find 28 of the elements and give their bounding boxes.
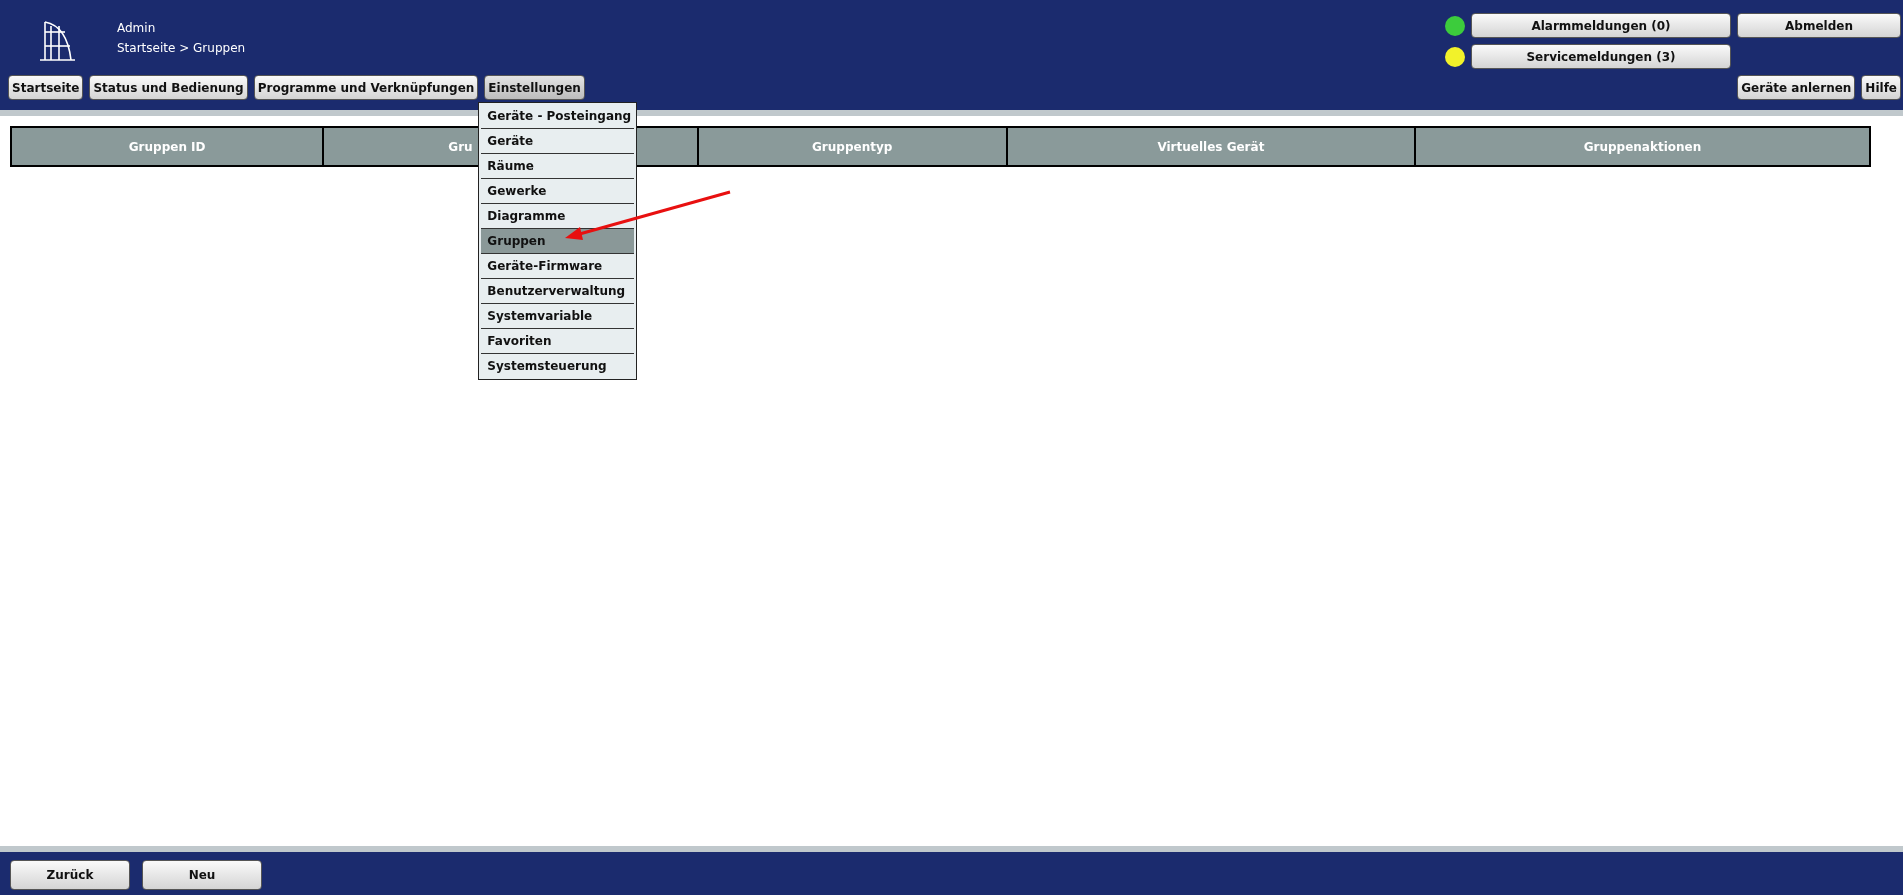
menu-item[interactable]: Systemvariable bbox=[481, 304, 635, 329]
nav-button[interactable]: Einstellungen bbox=[484, 75, 585, 100]
column-header: Gruppenaktionen bbox=[1413, 128, 1869, 165]
menu-item[interactable]: Gewerke bbox=[481, 179, 635, 204]
column-header: Virtuelles Gerät bbox=[1005, 128, 1414, 165]
menu-item[interactable]: Geräte-Firmware bbox=[481, 254, 635, 279]
header-button[interactable]: Geräte anlernen bbox=[1737, 75, 1856, 100]
alert-button[interactable]: Servicemeldungen (3) bbox=[1471, 44, 1731, 69]
menu-item[interactable]: Geräte - Posteingang bbox=[481, 104, 635, 129]
nav-button[interactable]: Programme und Verknüpfungen bbox=[253, 75, 479, 100]
column-header: Gruppen ID bbox=[127, 138, 207, 156]
menu-item[interactable]: Systemsteuerung bbox=[481, 354, 635, 378]
nav-button[interactable]: Status und Bedienung bbox=[89, 75, 248, 100]
menu-item[interactable]: Favoriten bbox=[481, 329, 635, 354]
menu-item[interactable]: Geräte bbox=[481, 129, 635, 154]
user-name: Admin bbox=[117, 21, 157, 35]
column-header: Gruppentyp bbox=[696, 128, 1006, 165]
alert-button[interactable]: Alarmmeldungen (0) bbox=[1471, 13, 1731, 38]
breadcrumb: Startseite > Gruppen bbox=[117, 41, 246, 55]
menu-item[interactable]: Gruppen bbox=[481, 229, 635, 254]
footer-button[interactable]: Neu bbox=[142, 860, 262, 890]
logout-button[interactable]: Abmelden bbox=[1737, 13, 1901, 38]
nav-button[interactable]: Startseite bbox=[8, 75, 84, 100]
header-button[interactable]: Hilfe bbox=[1861, 75, 1901, 100]
menu-item[interactable]: Benutzerverwaltung bbox=[481, 279, 635, 304]
footer-button[interactable]: Zurück bbox=[10, 860, 130, 890]
logo-icon bbox=[37, 18, 77, 64]
menu-item[interactable]: Räume bbox=[481, 154, 635, 179]
